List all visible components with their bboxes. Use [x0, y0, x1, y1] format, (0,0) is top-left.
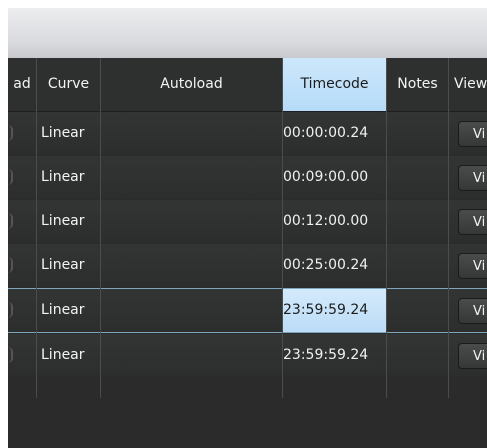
load-indicator [8, 213, 13, 229]
view-button[interactable]: Vi [458, 165, 487, 191]
timecode-cell: 23:59:59.24 [283, 347, 369, 363]
load-indicator [8, 169, 13, 185]
column-divider [36, 58, 37, 398]
view-button[interactable]: Vi [458, 253, 487, 279]
column-header-timecode[interactable]: Timecode [283, 58, 386, 111]
load-indicator [8, 347, 13, 363]
timecode-cell[interactable]: 23:59:59.24 [283, 289, 386, 332]
column-header-load[interactable]: ad [8, 58, 36, 111]
column-header-notes[interactable]: Notes [387, 58, 448, 111]
autoload-cell [101, 156, 282, 199]
notes-cell [387, 112, 448, 155]
table-row[interactable]: Linear 00:12:00.00 Vi [8, 200, 487, 244]
column-divider [448, 58, 449, 398]
timecode-cell: 00:25:00.24 [283, 257, 369, 273]
load-indicator [8, 125, 13, 141]
column-header-autoload[interactable]: Autoload [101, 58, 282, 111]
autoload-cell [101, 200, 282, 243]
notes-cell [387, 200, 448, 243]
autoload-cell [101, 112, 282, 155]
column-header-view[interactable]: View [449, 58, 487, 111]
curve-cell: Linear [41, 347, 85, 363]
curve-cell: Linear [41, 213, 85, 229]
load-indicator [8, 302, 13, 318]
notes-cell [387, 244, 448, 287]
table-header: ad Curve Autoload Timecode Notes View [8, 58, 487, 112]
column-divider [282, 58, 283, 398]
table-row[interactable]: Linear 00:00:00.24 Vi [8, 112, 487, 156]
toolbar [8, 8, 487, 58]
empty-list-area [8, 398, 487, 448]
curve-cell: Linear [41, 302, 85, 318]
autoload-cell [101, 334, 282, 377]
curve-cell: Linear [41, 169, 85, 185]
table-row[interactable]: Linear 00:25:00.24 Vi [8, 244, 487, 288]
table-row[interactable]: Linear 23:59:59.24 Vi [8, 334, 487, 378]
autoload-cell [101, 289, 282, 332]
table-row[interactable]: Linear 00:09:00.00 Vi [8, 156, 487, 200]
curve-cell: Linear [41, 257, 85, 273]
notes-cell [387, 334, 448, 377]
table-row-selected[interactable]: Linear 23:59:59.24 Vi [8, 288, 487, 333]
view-button[interactable]: Vi [458, 343, 487, 369]
timecode-cell: 00:12:00.00 [283, 213, 369, 229]
timecode-cell: 00:09:00.00 [283, 169, 369, 185]
column-header-curve[interactable]: Curve [37, 58, 100, 111]
timecode-cell: 00:00:00.24 [283, 125, 369, 141]
autoload-cell [101, 244, 282, 287]
notes-cell [387, 289, 448, 332]
view-button[interactable]: Vi [458, 298, 487, 324]
notes-cell [387, 156, 448, 199]
cue-list-panel: ad Curve Autoload Timecode Notes View Li… [8, 8, 487, 448]
view-button[interactable]: Vi [458, 209, 487, 235]
load-indicator [8, 257, 13, 273]
view-button[interactable]: Vi [458, 121, 487, 147]
curve-cell: Linear [41, 125, 85, 141]
column-divider [386, 58, 387, 398]
column-divider [100, 58, 101, 398]
